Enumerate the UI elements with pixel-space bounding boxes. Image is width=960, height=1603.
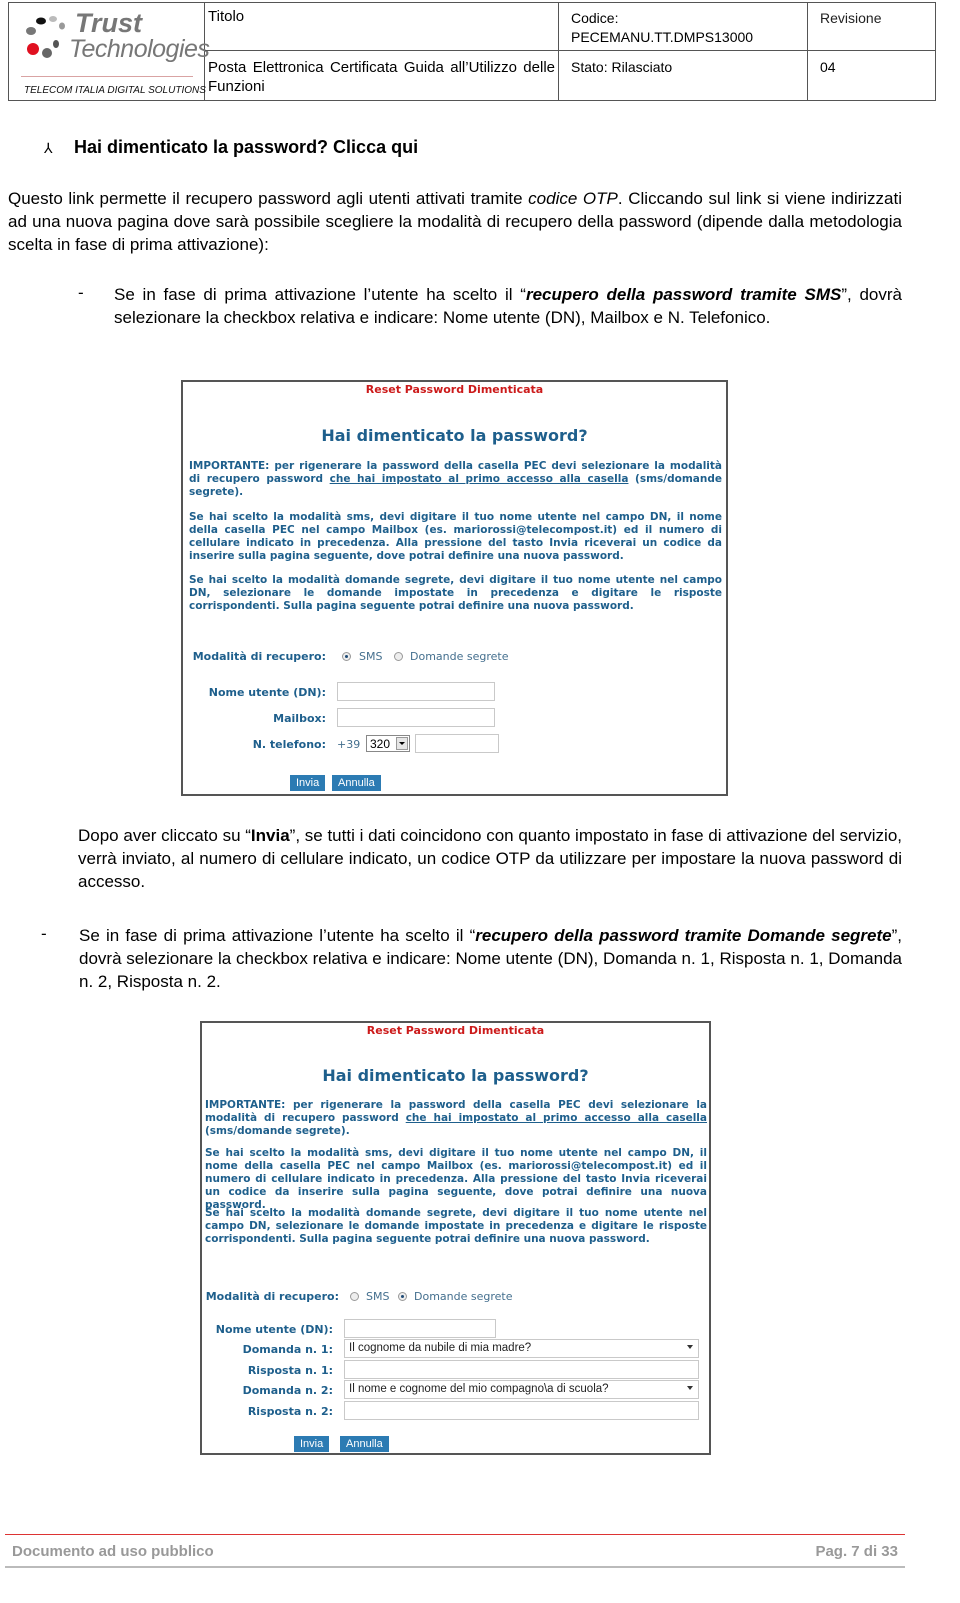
after-text: Dopo aver cliccato su “ <box>78 826 251 845</box>
state-value: Rilasciato <box>611 59 673 75</box>
radio-questions-label: Domande segrete <box>410 650 509 663</box>
phone-label: N. telefono: <box>252 738 326 751</box>
item-text: Se in fase di prima attivazione l’utente… <box>79 926 476 945</box>
radio-questions-label: Domande segrete <box>414 1290 513 1303</box>
state-cell: Stato: Rilasciato <box>559 51 808 100</box>
list-dash: - <box>41 924 47 943</box>
footer-page-number: Pag. 7 di 33 <box>815 1543 898 1560</box>
dropdown-arrow-icon <box>687 1345 693 1349</box>
phone-prefix: +39 <box>337 738 361 751</box>
intro-text: Questo link permette il recupero passwor… <box>8 189 529 208</box>
form-banner: Reset Password Dimenticata <box>366 1024 545 1037</box>
form-questions-help: Se hai scelto la modalità domande segret… <box>189 574 722 612</box>
list-item-sms: Se in fase di prima attivazione l’utente… <box>114 283 902 329</box>
submit-button[interactable]: Invia <box>294 1436 330 1452</box>
answer1-input[interactable] <box>344 1360 699 1379</box>
code-value: PECEMANU.TT.DMPS13000 <box>571 29 754 45</box>
screenshot-form-sms: Reset Password Dimenticata Hai dimentica… <box>181 380 728 796</box>
important-text-cont: (sms/domande segrete). <box>205 1125 350 1137</box>
radio-sms[interactable] <box>342 652 351 661</box>
question1-select[interactable]: Il cognome da nubile di mia madre? <box>344 1339 699 1358</box>
item-emphasis: recupero della password tramite SMS <box>525 285 842 304</box>
after-sms-paragraph: Dopo aver cliccato su “Invia”, se tutti … <box>78 824 902 893</box>
footer-classification: Documento ad uso pubblico <box>12 1543 214 1560</box>
question2-select[interactable]: Il nome e cognome del mio compagno\a di … <box>344 1380 699 1399</box>
dropdown-arrow-icon[interactable] <box>396 737 408 750</box>
dropdown-arrow-icon <box>687 1386 693 1390</box>
title-value: Posta Elettronica Certificata Guida all’… <box>205 51 559 100</box>
question2-label: Domanda n. 2: <box>242 1384 333 1397</box>
mode-label: Modalità di recupero: <box>192 650 326 663</box>
section-heading: ⅄ Hai dimenticato la password? Clicca qui <box>44 137 418 158</box>
radio-sms-label: SMS <box>366 1290 390 1303</box>
answer2-input[interactable] <box>344 1401 699 1420</box>
item-emphasis: recupero della password tramite <box>475 926 748 945</box>
cancel-button[interactable]: Annulla <box>340 1436 389 1452</box>
logo-text-trust: Trust <box>75 8 143 38</box>
answer1-label: Risposta n. 1: <box>247 1364 333 1377</box>
logo-tagline: TELECOM ITALIA DIGITAL SOLUTIONS <box>24 85 206 96</box>
intro-italic: codice OTP <box>528 189 618 208</box>
form-sms-help: Se hai scelto la modalità sms, devi digi… <box>189 511 722 562</box>
form-title: Hai dimenticato la password? <box>321 426 588 445</box>
answer2-label: Risposta n. 2: <box>247 1405 333 1418</box>
question1-label: Domanda n. 1: <box>242 1343 333 1356</box>
logo-dots-icon <box>26 16 65 58</box>
screenshot-form-questions: Reset Password Dimenticata Hai dimentica… <box>200 1021 711 1455</box>
list-item-questions: Se in fase di prima attivazione l’utente… <box>79 924 902 993</box>
mode-label: Modalità di recupero: <box>205 1290 339 1303</box>
logo-text-technologies: Technologies <box>69 35 210 63</box>
important-underlined: che hai impostato al primo accesso alla … <box>405 1112 707 1124</box>
mailbox-input[interactable] <box>337 708 495 727</box>
revision-label: Revisione <box>808 3 935 51</box>
submit-button[interactable]: Invia <box>290 775 326 791</box>
question2-value: Il nome e cognome del mio compagno\a di … <box>349 1383 609 1395</box>
question1-value: Il cognome da nubile di mia madre? <box>349 1342 532 1354</box>
intro-paragraph: Questo link permette il recupero passwor… <box>8 187 902 256</box>
after-bold: Invia <box>250 826 290 845</box>
username-label: Nome utente (DN): <box>208 686 326 699</box>
code-label: Codice: <box>571 10 619 26</box>
form-banner: Reset Password Dimenticata <box>365 383 544 396</box>
username-label: Nome utente (DN): <box>215 1323 333 1336</box>
phone-number-input[interactable] <box>415 734 499 753</box>
code-cell: Codice: PECEMANU.TT.DMPS13000 <box>559 3 808 51</box>
document-header-table: Trust Technologies TELECOM ITALIA DIGITA… <box>8 2 936 101</box>
form-important-text: IMPORTANTE: per rigenerare la password d… <box>189 460 722 499</box>
item-text: Se in fase di prima attivazione l’utente… <box>114 285 526 304</box>
cancel-button[interactable]: Annulla <box>332 775 381 791</box>
mailbox-label: Mailbox: <box>273 712 326 725</box>
bullet-icon: ⅄ <box>44 140 53 156</box>
form-important-text: IMPORTANTE: per rigenerare la password d… <box>205 1099 707 1138</box>
username-input[interactable] <box>337 682 495 701</box>
form-questions-help: Se hai scelto la modalità domande segret… <box>205 1207 707 1245</box>
title-label: Titolo <box>205 3 559 51</box>
radio-sms-label: SMS <box>359 650 383 663</box>
footer-divider <box>5 1534 905 1535</box>
important-underlined: che hai impostato al primo accesso alla … <box>329 473 629 485</box>
item-emphasis-cont: Domande segrete <box>747 926 892 945</box>
logo-divider <box>21 76 193 77</box>
list-dash: - <box>78 283 84 302</box>
form-sms-help: Se hai scelto la modalità sms, devi digi… <box>205 1147 707 1211</box>
logo-cell: Trust Technologies TELECOM ITALIA DIGITA… <box>9 3 210 100</box>
radio-questions[interactable] <box>398 1292 407 1301</box>
phone-operator-select[interactable]: 320 <box>366 735 410 752</box>
username-input[interactable] <box>344 1319 496 1338</box>
radio-sms[interactable] <box>350 1292 359 1301</box>
state-label: Stato: <box>571 59 608 75</box>
section-heading-text: Hai dimenticato la password? Clicca qui <box>74 137 419 157</box>
revision-value: 04 <box>820 59 836 75</box>
radio-questions[interactable] <box>394 652 403 661</box>
form-title: Hai dimenticato la password? <box>322 1066 589 1085</box>
footer-bottom-rule <box>5 1566 905 1568</box>
phone-operator-value: 320 <box>370 737 391 751</box>
